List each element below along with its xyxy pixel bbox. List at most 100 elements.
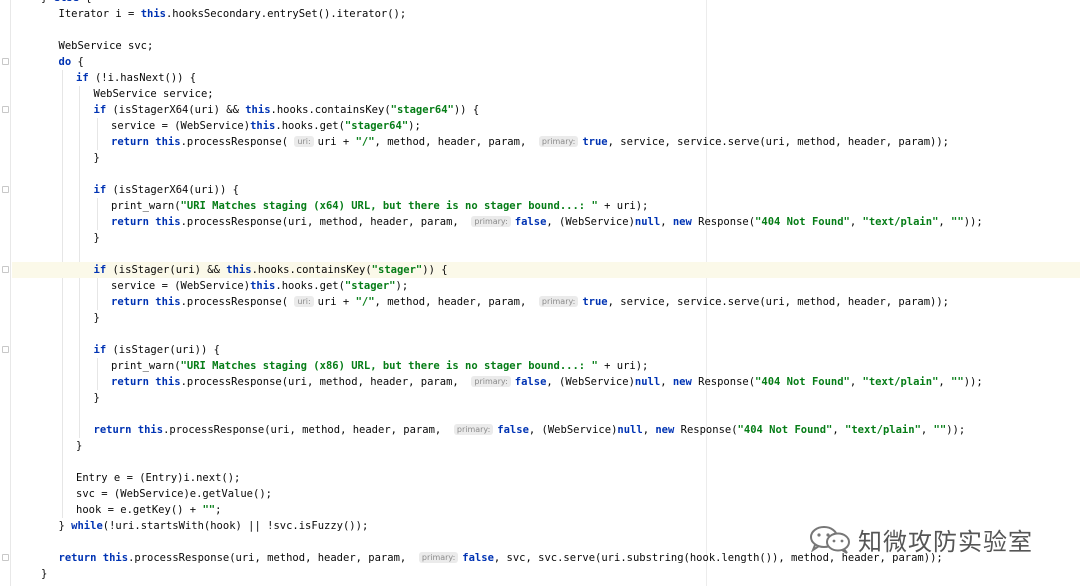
keyword-token: false — [462, 552, 494, 564]
code-line[interactable]: } — [94, 230, 100, 246]
code-editor[interactable]: } else {Iterator i = this.hooksSecondary… — [0, 0, 1080, 586]
string-literal: "URI Matches staging (x64) URL, but ther… — [180, 200, 598, 212]
code-line[interactable]: print_warn("URI Matches staging (x86) UR… — [111, 358, 648, 374]
code-token: , (WebService) — [528, 424, 618, 436]
keyword-token: true — [582, 296, 608, 308]
code-line[interactable]: Entry e = (Entry)i.next(); — [76, 470, 240, 486]
code-token: , method, header, param, — [374, 136, 539, 148]
code-line[interactable]: if (isStager(uri)) { — [94, 342, 220, 358]
keyword-token: if — [93, 104, 107, 116]
string-literal: "/" — [355, 136, 375, 148]
parameter-hint: primary: — [418, 552, 459, 563]
code-token: svc = (WebService)e.getValue(); — [76, 488, 272, 500]
code-token: , (WebService) — [546, 376, 635, 388]
indent-guide — [96, 358, 98, 390]
code-token: } — [41, 0, 54, 4]
code-line[interactable]: svc = (WebService)e.getValue(); — [76, 486, 272, 502]
keyword-token: this — [226, 264, 252, 276]
code-line[interactable]: print_warn("URI Matches staging (x64) UR… — [111, 198, 648, 214]
code-line[interactable]: WebService service; — [94, 86, 214, 102]
code-token: , (WebService) — [546, 216, 635, 228]
code-line[interactable]: return this.processResponse(uri, method,… — [94, 422, 966, 438]
code-token: } — [76, 440, 83, 452]
code-line[interactable]: } — [76, 438, 82, 454]
code-token: .processResponse(uri, method, header, pa… — [128, 552, 419, 564]
code-token: (!uri.startsWith(hook) || !svc.isFuzzy()… — [102, 520, 369, 532]
code-token: .processResponse(uri, method, header, pa… — [163, 424, 454, 436]
string-literal: "stager64" — [344, 120, 409, 132]
code-token: , service, service.serve(uri, method, he… — [607, 296, 950, 308]
code-token: .hooks.containsKey( — [270, 104, 391, 116]
string-literal: "URI Matches staging (x86) URL, but ther… — [180, 360, 598, 372]
keyword-token: this — [155, 376, 181, 388]
string-literal: "" — [933, 424, 947, 436]
code-token: (!i.hasNext()) { — [88, 72, 197, 84]
keyword-token: new — [672, 376, 692, 388]
code-line[interactable]: if (isStager(uri) && this.hooks.contains… — [94, 262, 448, 278]
code-line[interactable]: } — [94, 150, 100, 166]
code-token: , — [938, 376, 952, 388]
code-token: hook = e.getKey() + — [76, 504, 203, 516]
fold-toggle-icon[interactable] — [2, 266, 9, 273]
code-line[interactable]: service = (WebService)this.hooks.get("st… — [111, 278, 408, 294]
code-token: WebService service; — [93, 88, 214, 100]
code-line[interactable]: return this.processResponse( uri: uri + "… — [111, 294, 949, 310]
code-token: .hooksSecondary.entrySet().iterator(); — [165, 8, 407, 20]
code-token: (isStager(uri) && — [106, 264, 227, 276]
string-literal: "404 Not Found" — [755, 216, 850, 228]
code-token: )); — [963, 376, 983, 388]
fold-toggle-icon[interactable] — [2, 106, 9, 113]
parameter-hint: uri: — [294, 296, 314, 307]
wechat-logo-icon — [810, 526, 850, 554]
code-token: + uri); — [597, 200, 649, 212]
string-literal: "stager64" — [390, 104, 454, 116]
string-literal: "404 Not Found" — [755, 376, 850, 388]
code-token: , service, service.serve(uri, method, he… — [607, 136, 950, 148]
code-token: + uri); — [597, 360, 649, 372]
keyword-token: this — [137, 424, 164, 436]
string-literal: "stager" — [344, 280, 396, 292]
fold-toggle-icon[interactable] — [2, 346, 9, 353]
code-line[interactable]: WebService svc; — [59, 38, 154, 54]
fold-toggle-icon[interactable] — [2, 58, 9, 65]
code-token: Response( — [691, 216, 756, 228]
keyword-token: return — [111, 296, 149, 308]
code-line[interactable]: } — [94, 310, 100, 326]
code-line[interactable]: } — [41, 566, 47, 582]
keyword-token: false — [514, 216, 547, 228]
code-line[interactable]: if (isStagerX64(uri)) { — [94, 182, 239, 198]
code-line[interactable]: } while(!uri.startsWith(hook) || !svc.is… — [59, 518, 369, 534]
code-token: } — [93, 312, 100, 324]
code-line[interactable]: hook = e.getKey() + ""; — [76, 502, 221, 518]
code-token: , — [642, 424, 656, 436]
fold-toggle-icon[interactable] — [2, 186, 9, 193]
code-token: )); — [963, 216, 983, 228]
code-line[interactable]: service = (WebService)this.hooks.get("st… — [111, 118, 421, 134]
code-line[interactable]: do { — [59, 54, 84, 70]
keyword-token: if — [76, 72, 89, 84]
string-literal: "/" — [355, 296, 375, 308]
code-token: } — [93, 152, 100, 164]
code-line[interactable]: return this.processResponse( uri: uri + "… — [111, 134, 949, 150]
code-token: Entry e = (Entry)i.next(); — [76, 472, 241, 484]
string-literal: "" — [951, 376, 964, 388]
indent-guide — [96, 198, 98, 230]
code-line[interactable]: return this.processResponse(uri, method,… — [111, 374, 983, 390]
code-token: )); — [946, 424, 966, 436]
code-token: .hooks.get( — [275, 120, 345, 132]
code-line[interactable]: } — [94, 390, 100, 406]
code-token: , — [849, 376, 863, 388]
string-literal: "stager" — [371, 264, 423, 276]
code-line[interactable]: if (!i.hasNext()) { — [76, 70, 196, 86]
code-token: WebService svc; — [58, 40, 154, 52]
code-token: , — [832, 424, 846, 436]
code-line[interactable]: if (isStagerX64(uri) && this.hooks.conta… — [94, 102, 480, 118]
fold-toggle-icon[interactable] — [2, 554, 9, 561]
string-literal: "404 Not Found" — [737, 424, 833, 436]
code-token: service = (WebService) — [111, 280, 251, 292]
code-token: , method, header, param, — [374, 296, 539, 308]
keyword-token: false — [514, 376, 547, 388]
right-margin-guide — [706, 0, 707, 586]
code-line[interactable]: Iterator i = this.hooksSecondary.entrySe… — [59, 6, 407, 22]
code-line[interactable]: return this.processResponse(uri, method,… — [111, 214, 983, 230]
